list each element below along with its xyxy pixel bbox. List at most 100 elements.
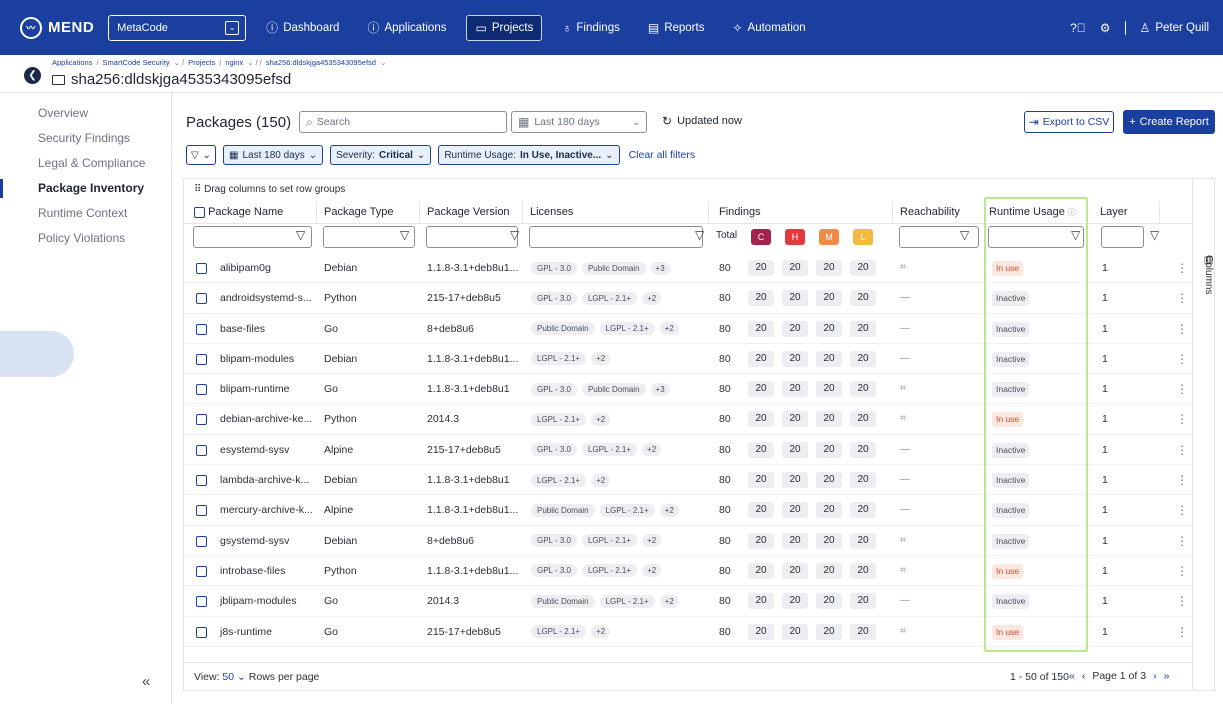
severity-medium-badge[interactable]: M	[819, 229, 839, 245]
page-size-select[interactable]: View: 50 ⌄ Rows per page	[194, 671, 319, 683]
findings-low[interactable]: 20	[850, 381, 876, 398]
severity-high-badge[interactable]: H	[785, 229, 805, 245]
filter-input-version[interactable]	[426, 226, 518, 248]
findings-high[interactable]: 20	[782, 532, 808, 549]
nav-automation[interactable]: ✧ Automation	[724, 15, 813, 41]
row-menu-icon[interactable]: ⋮	[1176, 435, 1188, 465]
license-pill[interactable]: +2	[591, 412, 611, 426]
info-icon[interactable]: ⓘ	[1068, 208, 1076, 217]
findings-critical[interactable]: 20	[748, 593, 774, 610]
table-row[interactable]: base-files Go 8+deb8u6 Public Domain LGPL…	[184, 314, 1192, 344]
findings-medium[interactable]: 20	[816, 411, 842, 428]
row-checkbox[interactable]	[196, 535, 207, 547]
mend-logo[interactable]: 〰 MEND	[20, 16, 94, 39]
row-checkbox[interactable]	[196, 323, 207, 335]
filter-menu-button[interactable]: ▽ ⌄	[186, 145, 216, 165]
findings-critical[interactable]: 20	[748, 260, 774, 276]
table-row[interactable]: jblipam-modules Go 2014.3 Public Domain L…	[184, 586, 1192, 617]
breadcrumb-image[interactable]: sha256:dldskjga4535343095efsd	[266, 58, 376, 67]
findings-critical[interactable]: 20	[748, 472, 774, 489]
table-row[interactable]: esystemd-sysv Alpine 215-17+deb8u5 GPL -…	[184, 435, 1192, 466]
findings-critical[interactable]: 20	[748, 502, 774, 519]
clear-filters-link[interactable]: Clear all filters	[629, 149, 696, 161]
license-pill[interactable]: +2	[659, 503, 679, 517]
header-findings[interactable]: Findings	[719, 201, 761, 223]
funnel-icon[interactable]: ▽	[695, 228, 704, 242]
severity-critical-badge[interactable]: C	[751, 229, 771, 245]
funnel-icon[interactable]: ▽	[296, 228, 305, 242]
package-name[interactable]: base-files	[220, 314, 265, 344]
funnel-icon[interactable]: ▽	[1071, 228, 1080, 242]
package-name[interactable]: alibipam0g	[220, 253, 271, 283]
header-package-type[interactable]: Package Type	[324, 201, 394, 223]
sidebar-item-legal-compliance[interactable]: Legal & Compliance	[0, 151, 171, 176]
license-pill[interactable]: +2	[642, 291, 662, 305]
findings-high[interactable]: 20	[782, 381, 808, 398]
row-checkbox[interactable]	[196, 626, 207, 638]
last-page-icon[interactable]: »	[1164, 670, 1170, 682]
row-menu-icon[interactable]: ⋮	[1176, 556, 1188, 586]
findings-low[interactable]: 20	[850, 320, 876, 337]
findings-high[interactable]: 20	[782, 260, 808, 276]
license-pill[interactable]: +2	[642, 443, 662, 457]
findings-medium[interactable]: 20	[816, 562, 842, 579]
license-pill[interactable]: +2	[642, 564, 662, 578]
package-name[interactable]: jblipam-modules	[220, 586, 296, 616]
package-name[interactable]: lambda-archive-k...	[220, 465, 309, 495]
select-all-checkbox[interactable]	[194, 206, 205, 218]
funnel-icon[interactable]: ▽	[960, 228, 969, 242]
package-name[interactable]: blipam-runtime	[220, 374, 289, 404]
nav-reports[interactable]: ▤ Reports	[640, 15, 713, 41]
findings-low[interactable]: 20	[850, 532, 876, 549]
table-row[interactable]: mercury-archive-k... Alpine 1.1.8-3.1+de…	[184, 495, 1192, 526]
create-report-button[interactable]: + Create Report	[1123, 110, 1215, 134]
license-pill[interactable]: +2	[591, 352, 611, 366]
findings-high[interactable]: 20	[782, 320, 808, 337]
row-menu-icon[interactable]: ⋮	[1176, 283, 1188, 313]
row-checkbox[interactable]	[196, 263, 207, 274]
findings-high[interactable]: 20	[782, 562, 808, 579]
first-page-icon[interactable]: «	[1069, 670, 1075, 682]
findings-critical[interactable]: 20	[748, 290, 774, 307]
breadcrumb-projects[interactable]: Projects	[188, 58, 215, 67]
row-menu-icon[interactable]: ⋮	[1176, 314, 1188, 344]
findings-medium[interactable]: 20	[816, 472, 842, 489]
findings-low[interactable]: 20	[850, 623, 876, 640]
findings-critical[interactable]: 20	[748, 532, 774, 549]
row-group-hint[interactable]: ⠿ Drag columns to set row groups	[194, 184, 345, 195]
package-name[interactable]: j8s-runtime	[220, 617, 272, 647]
header-reachability[interactable]: Reachability	[900, 201, 960, 223]
license-pill[interactable]: +3	[650, 261, 670, 275]
breadcrumb-app[interactable]: SmartCode Security	[103, 58, 170, 67]
findings-low[interactable]: 20	[850, 593, 876, 610]
refresh-status[interactable]: ↻ Updated now	[662, 115, 742, 127]
row-checkbox[interactable]	[196, 293, 207, 305]
row-menu-icon[interactable]: ⋮	[1176, 495, 1188, 525]
package-name[interactable]: introbase-files	[220, 556, 285, 586]
breadcrumb-applications[interactable]: Applications	[52, 58, 92, 67]
license-pill[interactable]: +2	[659, 322, 679, 336]
findings-medium[interactable]: 20	[816, 350, 842, 367]
package-name[interactable]: mercury-archive-k...	[220, 495, 313, 525]
help-icon[interactable]: ?⃝	[1070, 22, 1086, 34]
package-name[interactable]: gsystemd-sysv	[220, 526, 289, 556]
nav-projects[interactable]: ▭ Projects	[466, 14, 543, 41]
table-row[interactable]: blipam-modules Debian 1.1.8-3.1+deb8u1..…	[184, 344, 1192, 375]
funnel-icon[interactable]: ▽	[400, 228, 409, 242]
findings-medium[interactable]: 20	[816, 290, 842, 307]
export-csv-button[interactable]: ⇥ Export to CSV	[1024, 111, 1114, 133]
table-row[interactable]: debian-archive-ke... Python 2014.3 LGPL …	[184, 404, 1192, 435]
filter-input-name[interactable]	[193, 226, 312, 248]
findings-critical[interactable]: 20	[748, 350, 774, 367]
header-runtime-usage[interactable]: Runtime Usage ⓘ	[989, 201, 1076, 223]
findings-high[interactable]: 20	[782, 350, 808, 367]
row-checkbox[interactable]	[196, 596, 207, 608]
package-name[interactable]: androidsystemd-s...	[220, 283, 312, 313]
sidebar-item-security-findings[interactable]: Security Findings	[0, 126, 171, 151]
row-checkbox[interactable]	[196, 353, 207, 365]
nav-applications[interactable]: ⓘ Applications	[359, 15, 454, 41]
row-menu-icon[interactable]: ⋮	[1176, 374, 1188, 404]
filter-input-licenses[interactable]	[529, 226, 703, 248]
package-name[interactable]: debian-archive-ke...	[220, 404, 312, 434]
filter-chip-runtime[interactable]: Runtime Usage: In Use, Inactive... ⌄	[438, 145, 620, 165]
